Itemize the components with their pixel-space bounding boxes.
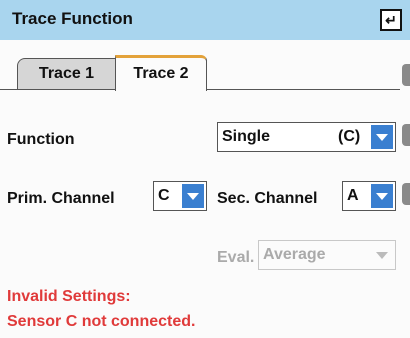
sec-channel-dropdown[interactable]: A bbox=[342, 181, 396, 211]
title-bar: Trace Function ↵ bbox=[0, 0, 410, 40]
function-value: Single bbox=[222, 128, 271, 145]
eval-value: Average bbox=[263, 246, 326, 263]
function-channel-suffix: (C) bbox=[338, 128, 361, 145]
chevron-down-icon bbox=[371, 243, 393, 267]
tab-bar: Trace 1 Trace 2 bbox=[0, 55, 410, 91]
dialog-title: Trace Function bbox=[12, 9, 133, 28]
function-label: Function bbox=[7, 131, 75, 148]
prim-channel-dropdown[interactable]: C bbox=[153, 181, 207, 211]
scroll-knob-channels[interactable] bbox=[402, 183, 410, 205]
enter-button[interactable]: ↵ bbox=[380, 9, 402, 31]
eval-dropdown: Average bbox=[258, 240, 396, 270]
chevron-down-icon bbox=[371, 184, 393, 208]
prim-channel-label: Prim. Channel bbox=[7, 190, 115, 207]
tab-trace-1[interactable]: Trace 1 bbox=[17, 58, 116, 90]
tab-trace-2[interactable]: Trace 2 bbox=[115, 55, 207, 91]
sec-channel-label: Sec. Channel bbox=[217, 190, 318, 207]
chevron-down-icon bbox=[182, 184, 204, 208]
eval-label: Eval. bbox=[217, 249, 255, 266]
trace-function-dialog: Trace Function ↵ Trace 1 Trace 2 Functio… bbox=[0, 0, 410, 338]
error-detail: Sensor C not connected. bbox=[7, 313, 196, 330]
scroll-knob-function[interactable] bbox=[402, 124, 410, 146]
error-title: Invalid Settings: bbox=[7, 288, 131, 305]
prim-channel-value: C bbox=[158, 187, 170, 204]
enter-icon: ↵ bbox=[385, 12, 397, 28]
scroll-knob-tabs[interactable] bbox=[402, 64, 410, 86]
function-dropdown[interactable]: Single (C) bbox=[217, 122, 396, 152]
chevron-down-icon bbox=[371, 125, 393, 149]
sec-channel-value: A bbox=[347, 187, 359, 204]
